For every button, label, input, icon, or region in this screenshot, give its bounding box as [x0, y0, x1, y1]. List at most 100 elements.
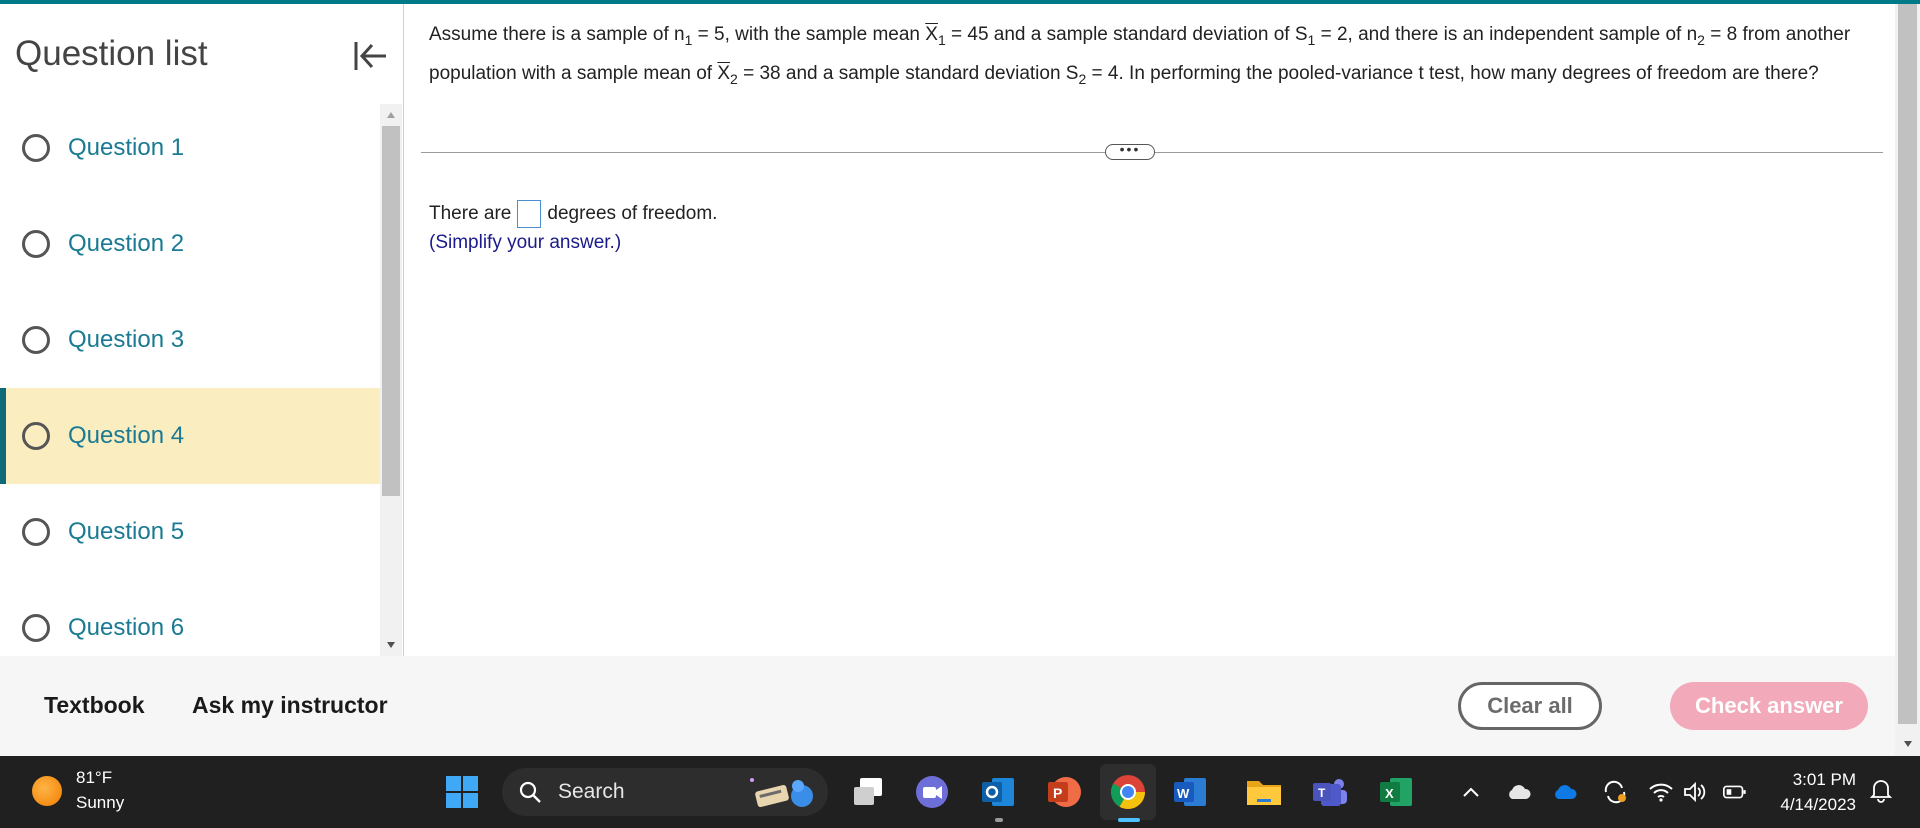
question-label: Question 2 — [68, 230, 185, 257]
question-list: Question 1 Question 2 Question 3 Questio… — [0, 100, 380, 656]
outlook-app-button[interactable] — [978, 772, 1018, 812]
svg-text:W: W — [1177, 786, 1190, 801]
question-item-3[interactable]: Question 3 — [0, 292, 380, 388]
question-text-part: = 38 and a sample standard deviation S — [737, 62, 1079, 84]
check-answer-button[interactable]: Check answer — [1670, 682, 1868, 730]
windows-start-button[interactable] — [442, 772, 482, 812]
answer-prefix: There are — [429, 203, 512, 224]
teams-icon: T — [1313, 779, 1347, 806]
page-scrollbar[interactable] — [1895, 4, 1920, 756]
subscript: 2 — [730, 70, 738, 87]
answer-suffix: degrees of freedom. — [547, 203, 718, 224]
word-icon: W — [1174, 778, 1206, 806]
clock-time: 3:01 PM — [1792, 770, 1856, 789]
question-text-part: Assume there is a sample of n — [429, 24, 685, 45]
search-label: Search — [558, 780, 625, 803]
sidebar-scrollbar[interactable] — [380, 104, 402, 656]
battery-tray-button[interactable] — [1722, 780, 1748, 804]
folder-icon — [1247, 781, 1281, 805]
scroll-down-arrow-icon[interactable] — [380, 634, 402, 656]
chat-icon — [916, 776, 948, 808]
question-text-part: = 5, with the sample mean — [692, 24, 926, 45]
question-item-2[interactable]: Question 2 — [0, 196, 380, 292]
task-view-button[interactable] — [848, 772, 888, 812]
clear-all-button[interactable]: Clear all — [1458, 682, 1602, 730]
x-bar-symbol: X — [717, 62, 731, 84]
sync-icon — [1604, 780, 1626, 804]
scroll-down-arrow-icon[interactable] — [1895, 732, 1920, 756]
svg-text:X: X — [1385, 786, 1394, 801]
word-app-button[interactable]: W — [1170, 772, 1210, 812]
wifi-icon — [1649, 783, 1673, 802]
chrome-icon — [1111, 775, 1145, 809]
answer-input[interactable] — [517, 200, 542, 228]
windows-logo-icon — [446, 776, 478, 808]
file-explorer-app-button[interactable] — [1244, 772, 1284, 812]
sync-tray-button[interactable] — [1602, 780, 1628, 804]
page-scroll-thumb[interactable] — [1898, 4, 1917, 724]
subscript: 2 — [1697, 31, 1705, 48]
question-item-6[interactable]: Question 6 — [0, 580, 380, 656]
chrome-app-button[interactable] — [1100, 764, 1156, 820]
question-item-4[interactable]: Question 4 — [0, 388, 380, 484]
notification-bell-icon — [1869, 780, 1893, 803]
ellipsis-icon: ••• — [1119, 141, 1141, 157]
question-text: Assume there is a sample of n 1 = 5, with… — [429, 18, 1869, 96]
sidebar-title: Question list — [15, 34, 208, 73]
onedrive-tray-button[interactable] — [1552, 780, 1578, 804]
question-label: Question 6 — [68, 614, 185, 641]
question-text-part: = 2, and there is an independent sample … — [1315, 24, 1698, 45]
onedrive-icon — [1555, 785, 1577, 799]
show-hidden-icons-button[interactable] — [1458, 780, 1484, 804]
question-label: Question 3 — [68, 326, 185, 353]
battery-icon — [1723, 785, 1746, 799]
chrome-active-indicator — [1118, 818, 1140, 822]
svg-text:T: T — [1318, 786, 1326, 800]
question-item-5[interactable]: Question 5 — [0, 484, 380, 580]
search-icon — [519, 781, 541, 803]
weather-temperature: 81°F — [76, 768, 113, 787]
radio-circle-icon — [22, 230, 50, 258]
windows-taskbar: 81°F Sunny Search P W T X 3:01 PM 4/14/2… — [0, 756, 1920, 828]
chat-app-button[interactable] — [912, 772, 952, 812]
outlook-icon — [982, 778, 1014, 806]
answer-hint: (Simplify your answer.) — [429, 232, 622, 253]
question-item-1[interactable]: Question 1 — [0, 100, 380, 196]
question-list-sidebar: Question list Question 1 Question 2 Ques… — [0, 4, 404, 656]
question-label: Question 5 — [68, 518, 185, 545]
excel-icon: X — [1380, 778, 1412, 806]
powerpoint-app-button[interactable]: P — [1044, 772, 1084, 812]
taskbar-search[interactable]: Search — [502, 768, 828, 816]
powerpoint-icon: P — [1048, 777, 1081, 807]
action-footer: Textbook Ask my instructor Clear all Che… — [0, 656, 1895, 756]
collapse-left-icon — [354, 42, 386, 70]
notifications-button[interactable] — [1868, 778, 1894, 803]
clock-date: 4/14/2023 — [1780, 795, 1856, 814]
cloud-icon — [1509, 785, 1531, 799]
radio-circle-icon — [22, 614, 50, 642]
radio-circle-icon — [22, 518, 50, 546]
outlook-running-indicator — [995, 818, 1003, 822]
scroll-up-arrow-icon[interactable] — [380, 104, 402, 126]
radio-circle-icon — [22, 326, 50, 354]
svg-text:P: P — [1053, 785, 1062, 801]
collapse-sidebar-button[interactable] — [346, 32, 394, 80]
radio-circle-icon — [22, 422, 50, 450]
subscript: 1 — [937, 31, 946, 48]
chevron-up-icon — [1463, 787, 1479, 797]
bing-copilot-highlight-icon — [750, 778, 813, 807]
sidebar-scroll-thumb[interactable] — [382, 126, 400, 496]
excel-app-button[interactable]: X — [1376, 772, 1416, 812]
question-text-part: = 45 and a sample standard deviation of … — [945, 24, 1308, 45]
volume-tray-button[interactable] — [1682, 780, 1708, 804]
teams-app-button[interactable]: T — [1310, 772, 1350, 812]
sun-icon — [32, 776, 62, 806]
wifi-tray-button[interactable] — [1648, 780, 1674, 804]
weather-condition: Sunny — [76, 793, 125, 812]
radio-circle-icon — [22, 134, 50, 162]
cloud-tray-button[interactable] — [1506, 780, 1532, 804]
answer-line: There are degrees of freedom. — [429, 200, 717, 228]
expand-more-button[interactable]: ••• — [1105, 141, 1155, 160]
textbook-link[interactable]: Textbook — [44, 692, 145, 719]
ask-instructor-link[interactable]: Ask my instructor — [192, 692, 388, 719]
